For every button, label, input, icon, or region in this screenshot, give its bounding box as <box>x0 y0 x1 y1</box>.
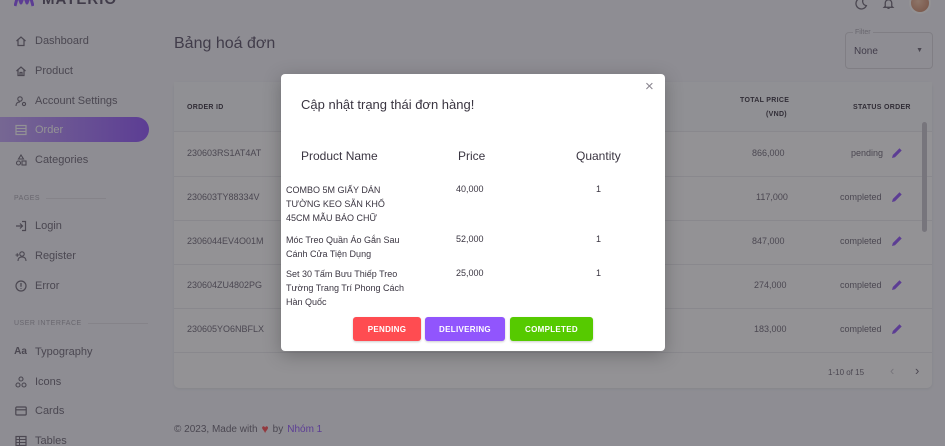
col-header-quantity: Quantity <box>576 149 621 163</box>
completed-button[interactable]: COMPLETED <box>510 317 593 341</box>
pending-button[interactable]: PENDING <box>353 317 421 341</box>
col-header-product-name: Product Name <box>301 149 378 163</box>
item-name: Set 30 Tấm Bưu Thiếp Treo Tường Trang Tr… <box>286 269 404 307</box>
close-icon[interactable]: × <box>645 78 654 95</box>
item-quantity: 1 <box>596 268 602 278</box>
item-name: COMBO 5M GIẤY DÁN TƯỜNG KEO SẴN KHỔ 45CM… <box>286 185 385 223</box>
col-header-price: Price <box>458 149 486 163</box>
item-price: 25,000 <box>456 268 484 278</box>
dialog-title: Cập nhật trạng thái đơn hàng! <box>301 97 475 112</box>
item-price: 40,000 <box>456 184 484 194</box>
item-quantity: 1 <box>596 234 602 244</box>
item-quantity: 1 <box>596 184 602 194</box>
item-price: 52,000 <box>456 234 484 244</box>
item-name: Móc Treo Quần Áo Gắn Sau Cánh Cửa Tiện D… <box>286 235 400 259</box>
delivering-button[interactable]: DELIVERING <box>425 317 505 341</box>
update-status-dialog: × Cập nhật trạng thái đơn hàng! Product … <box>281 74 665 351</box>
